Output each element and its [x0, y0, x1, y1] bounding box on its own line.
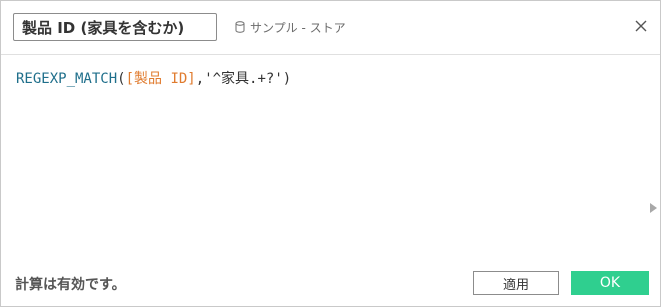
formula-function: REGEXP_MATCH: [16, 71, 118, 87]
datasource-label: サンプル - ストア: [235, 18, 346, 36]
formula-editor[interactable]: REGEXP_MATCH([製品 ID],'^家具.+?'): [1, 55, 660, 255]
formula-pattern: '^家具.+?': [204, 71, 283, 87]
formula-field-reference: [製品 ID]: [125, 71, 196, 87]
calculation-name-field[interactable]: 製品 ID (家具を含むか): [13, 13, 217, 41]
formula-line: REGEXP_MATCH([製品 ID],'^家具.+?'): [16, 68, 291, 88]
formula-separator: ,: [195, 71, 205, 87]
ok-button[interactable]: OK: [571, 271, 649, 295]
apply-button[interactable]: 適用: [473, 271, 559, 295]
calculation-dialog: 製品 ID (家具を含むか) サンプル - ストア REGEXP_MATCH([…: [0, 0, 661, 307]
database-icon: [235, 21, 245, 33]
dialog-header: 製品 ID (家具を含むか) サンプル - ストア: [1, 1, 660, 55]
validation-status: 計算は有効です。: [15, 277, 126, 293]
formula-close-paren: ): [282, 71, 292, 87]
triangle-right-icon[interactable]: [650, 203, 657, 213]
datasource-name: サンプル - ストア: [250, 20, 346, 35]
close-icon[interactable]: [632, 17, 650, 35]
formula-open-paren: (: [117, 71, 126, 87]
